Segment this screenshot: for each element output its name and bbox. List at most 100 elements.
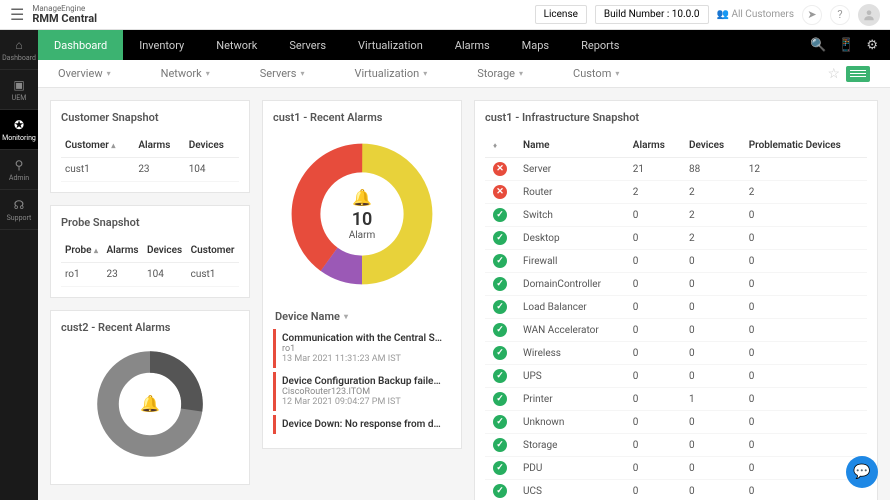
cust2-donut: 🔔 [90, 344, 210, 464]
column-header[interactable]: Alarms [102, 239, 143, 263]
table-cell: cust1 [61, 158, 134, 182]
subnav-virtualization[interactable]: Virtualization ▾ [354, 67, 427, 80]
cust2-alarms-panel: cust2 - Recent Alarms 🔔 [50, 310, 250, 485]
nav-tab-network[interactable]: Network [200, 30, 273, 60]
column-header[interactable]: Probe ▴ [61, 239, 102, 263]
nav-tab-alarms[interactable]: Alarms [439, 30, 506, 60]
admin-icon: ⚲ [15, 158, 24, 172]
infra-problematic: 0 [741, 365, 867, 388]
status-ok-icon: ✓ [493, 392, 507, 406]
infra-devices: 1 [681, 388, 741, 411]
nav-primary: DashboardInventoryNetworkServersVirtuali… [38, 30, 890, 60]
alarm-time: 13 Mar 2021 11:31:23 AM IST [282, 354, 445, 364]
nav-tab-inventory[interactable]: Inventory [123, 30, 200, 60]
column-header[interactable]: Customer [187, 239, 239, 263]
table-row[interactable]: ✓ Desktop 0 2 0 [485, 227, 867, 250]
alarm-item[interactable]: Device Down: No response from device for… [273, 415, 451, 434]
chevron-down-icon: ▾ [344, 312, 348, 321]
favorite-icon[interactable]: ☆ [827, 66, 840, 82]
status-ok-icon: ✓ [493, 369, 507, 383]
sidebar-item-support[interactable]: ☊Support [0, 190, 38, 230]
column-header[interactable]: Problematic Devices [741, 134, 867, 158]
column-header[interactable]: Customer ▴ [61, 134, 134, 158]
customers-dropdown[interactable]: 👥 All Customers [717, 9, 795, 20]
table-row[interactable]: ✓ Unknown 0 0 0 [485, 411, 867, 434]
infra-name: Router [515, 181, 625, 204]
infra-alarms: 0 [625, 411, 681, 434]
sidebar-label: Dashboard [2, 54, 36, 62]
alarm-time: 12 Mar 2021 09:04:27 PM IST [282, 397, 445, 407]
table-row[interactable]: cust123104 [61, 158, 239, 182]
nav-tab-maps[interactable]: Maps [506, 30, 565, 60]
license-button[interactable]: License [535, 5, 587, 24]
infra-alarms: 0 [625, 434, 681, 457]
infra-alarms: 0 [625, 227, 681, 250]
infra-devices: 0 [681, 273, 741, 296]
sidebar-item-monitoring[interactable]: ✪Monitoring [0, 110, 38, 150]
column-header[interactable]: Name [515, 134, 625, 158]
infra-problematic: 0 [741, 273, 867, 296]
chevron-down-icon: ▾ [423, 69, 427, 78]
column-header[interactable]: Devices [185, 134, 239, 158]
alarm-item[interactable]: Device Configuration Backup failed for 1… [273, 372, 451, 411]
nav-tab-reports[interactable]: Reports [565, 30, 635, 60]
table-row[interactable]: ✓ DomainController 0 0 0 [485, 273, 867, 296]
help-icon[interactable]: ? [830, 5, 850, 25]
hamburger-icon[interactable]: ☰ [10, 5, 24, 24]
table-row[interactable]: ✕ Router 2 2 2 [485, 181, 867, 204]
column-header[interactable]: Alarms [134, 134, 184, 158]
column-header[interactable]: ♦ [485, 134, 515, 158]
view-toggle[interactable] [846, 66, 870, 82]
alarm-device: CiscoRouter123.ITOM [282, 387, 445, 397]
table-row[interactable]: ro123104cust1 [61, 263, 239, 287]
nav-tab-virtualization[interactable]: Virtualization [342, 30, 439, 60]
table-row[interactable]: ✓ Firewall 0 0 0 [485, 250, 867, 273]
alarm-title: Device Down: No response from device for… [282, 419, 445, 430]
infra-problematic: 0 [741, 434, 867, 457]
nav-icon[interactable]: ➤ [802, 5, 822, 25]
column-header[interactable]: Devices [681, 134, 741, 158]
sidebar-item-admin[interactable]: ⚲Admin [0, 150, 38, 190]
infra-name: Printer [515, 388, 625, 411]
subnav-network[interactable]: Network ▾ [161, 67, 210, 80]
infra-name: Load Balancer [515, 296, 625, 319]
chevron-down-icon: ▾ [107, 69, 111, 78]
nav-tab-servers[interactable]: Servers [273, 30, 342, 60]
table-row[interactable]: ✓ WAN Accelerator 0 0 0 [485, 319, 867, 342]
device-icon[interactable]: 📱 [838, 38, 854, 53]
table-row[interactable]: ✓ Storage 0 0 0 [485, 434, 867, 457]
subnav-overview[interactable]: Overview ▾ [58, 67, 111, 80]
device-name-header[interactable]: Device Name ▾ [273, 304, 451, 329]
chat-fab[interactable]: 💬 [846, 456, 878, 488]
build-button[interactable]: Build Number : 10.0.0 [595, 5, 709, 24]
subnav-custom[interactable]: Custom ▾ [573, 67, 619, 80]
gear-icon[interactable]: ⚙ [866, 38, 878, 53]
table-row[interactable]: ✓ UCS 0 0 0 [485, 480, 867, 500]
nav-secondary: Overview ▾ Network ▾ Servers ▾ Virtualizati… [38, 60, 890, 88]
infra-snapshot-panel: cust1 - Infrastructure Snapshot ♦NameAla… [474, 100, 878, 500]
alarm-item[interactable]: Communication with the Central Server is… [273, 329, 451, 368]
table-row[interactable]: ✓ UPS 0 0 0 [485, 365, 867, 388]
infra-devices: 0 [681, 342, 741, 365]
customer-snapshot-panel: Customer Snapshot Customer ▴AlarmsDevice… [50, 100, 250, 193]
subnav-storage[interactable]: Storage ▾ [477, 67, 523, 80]
search-icon[interactable]: 🔍 [810, 38, 826, 53]
column-header[interactable]: Alarms [625, 134, 681, 158]
table-row[interactable]: ✓ Wireless 0 0 0 [485, 342, 867, 365]
table-row[interactable]: ✓ Load Balancer 0 0 0 [485, 296, 867, 319]
infra-devices: 88 [681, 158, 741, 181]
table-row[interactable]: ✓ Switch 0 2 0 [485, 204, 867, 227]
sidebar-item-uem[interactable]: ▣UEM [0, 70, 38, 110]
sidebar-item-dashboard[interactable]: ⌂Dashboard [0, 30, 38, 70]
chevron-down-icon: ▾ [300, 69, 304, 78]
status-ok-icon: ✓ [493, 461, 507, 475]
avatar[interactable] [858, 4, 880, 26]
subnav-servers[interactable]: Servers ▾ [260, 67, 305, 80]
table-row[interactable]: ✕ Server 21 88 12 [485, 158, 867, 181]
table-row[interactable]: ✓ Printer 0 1 0 [485, 388, 867, 411]
column-header[interactable]: Devices [143, 239, 187, 263]
table-row[interactable]: ✓ PDU 0 0 0 [485, 457, 867, 480]
infra-problematic: 0 [741, 227, 867, 250]
customers-label: All Customers [731, 9, 794, 20]
nav-tab-dashboard[interactable]: Dashboard [38, 30, 123, 60]
